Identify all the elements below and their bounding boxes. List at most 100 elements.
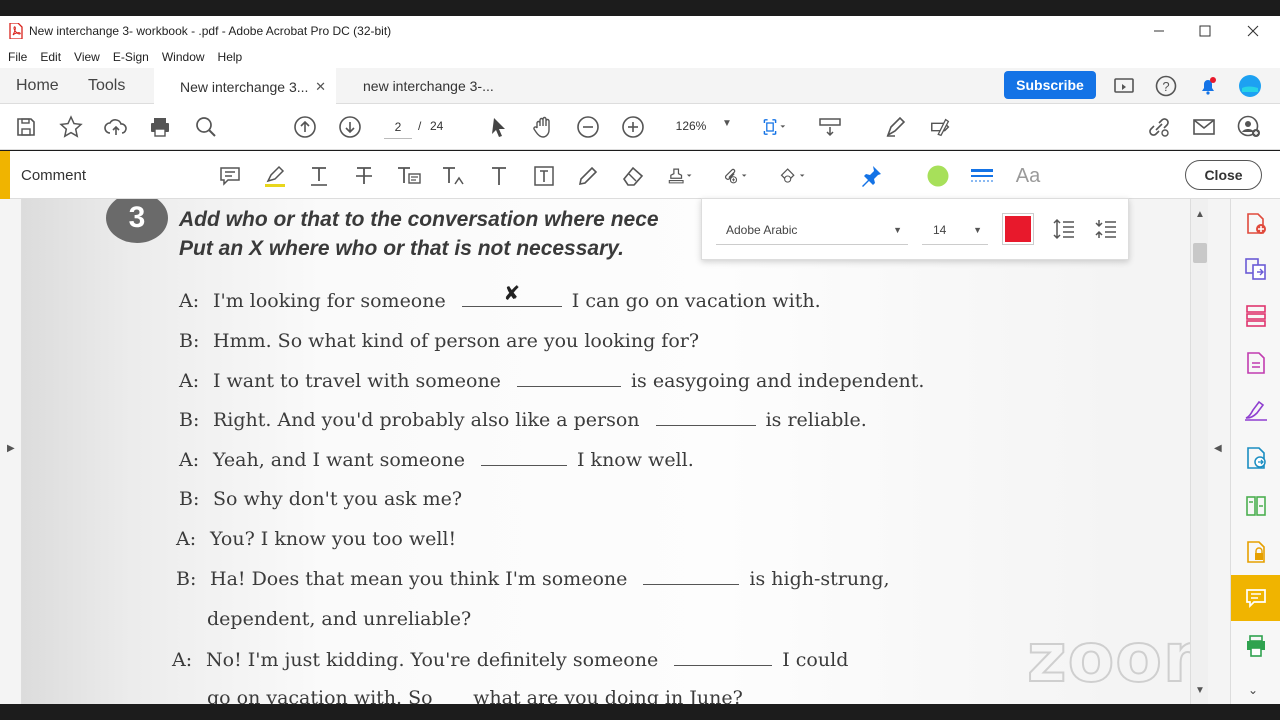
scroll-down-icon[interactable]: ▼ [1195, 685, 1205, 696]
dialogue-line: A: I'm looking for someone ✘ I can go on v… [179, 281, 821, 312]
collapse-right-panel-icon[interactable]: ◀ [1214, 443, 1222, 454]
comment-tool-active[interactable] [1231, 575, 1280, 621]
minimize-button[interactable] [1136, 16, 1182, 46]
answer-blank [481, 452, 568, 466]
expand-left-panel-icon[interactable]: ▶ [7, 443, 15, 454]
menu-view[interactable]: View [74, 50, 100, 64]
page-separator: / [418, 119, 422, 133]
menu-bar: File Edit View E-Sign Window Help [0, 46, 1280, 68]
text-properties-icon[interactable]: Aa [1012, 163, 1044, 189]
instruction-line-2: Put an X where who or that is not necess… [179, 237, 624, 260]
notification-bell-icon[interactable] [1196, 74, 1220, 98]
next-page-icon[interactable] [338, 115, 362, 139]
compress-pdf-icon[interactable] [1231, 483, 1280, 529]
zoom-in-icon[interactable] [621, 115, 645, 139]
dialogue-line: A: You? I know you too well! [176, 528, 457, 550]
share-link-icon[interactable] [1147, 115, 1171, 139]
paragraph-spacing-icon[interactable] [1094, 217, 1118, 246]
dialogue-line: B: Hmm. So what kind of person are you lo… [179, 330, 700, 352]
insert-text-icon[interactable] [441, 163, 467, 189]
fill-sign-icon[interactable] [929, 115, 953, 139]
help-icon[interactable]: ? [1154, 74, 1178, 98]
account-avatar[interactable] [1238, 74, 1262, 98]
doc-tab-active[interactable]: New interchange 3... ✕ [154, 68, 336, 104]
scroll-thumb[interactable] [1193, 243, 1207, 263]
stamp-icon[interactable] [667, 163, 693, 189]
combine-files-icon[interactable] [1231, 246, 1280, 292]
color-picker-dot-icon[interactable] [925, 163, 951, 189]
zoom-level[interactable]: 126% [668, 119, 714, 133]
create-pdf-icon[interactable] [1231, 201, 1280, 247]
add-text-icon[interactable] [486, 163, 512, 189]
dialogue-line: A: I want to travel with someone is easyg… [179, 370, 925, 392]
eraser-icon[interactable] [620, 163, 646, 189]
close-comment-button[interactable]: Close [1185, 160, 1262, 190]
dialogue-line: A: No! I'm just kidding. You're definitel… [172, 649, 849, 671]
bookmark-star-icon[interactable] [59, 115, 83, 139]
pin-icon[interactable] [858, 163, 884, 189]
menu-file[interactable]: File [8, 50, 27, 64]
search-icon[interactable] [194, 115, 218, 139]
text-box-icon[interactable] [531, 163, 557, 189]
subscribe-button[interactable]: Subscribe [1004, 71, 1096, 99]
zoom-out-icon[interactable] [576, 115, 600, 139]
shapes-icon[interactable] [780, 163, 806, 189]
scroll-mode-icon[interactable] [818, 115, 842, 139]
svg-text:?: ? [1162, 79, 1169, 94]
answer-blank [516, 373, 621, 387]
zoom-dropdown-icon[interactable]: ▼ [722, 118, 732, 129]
prev-page-icon[interactable] [293, 115, 317, 139]
pdf-page: 3 Add who or that to the conversation wh… [22, 199, 1190, 704]
export-pdf-icon[interactable] [1231, 340, 1280, 386]
line-style-icon[interactable] [969, 163, 995, 189]
strikethrough-icon[interactable] [351, 163, 377, 189]
email-icon[interactable] [1192, 115, 1216, 139]
line-spacing-icon[interactable] [1052, 217, 1076, 246]
doc-tab-label: New interchange 3... [180, 79, 309, 95]
organize-pages-icon[interactable] [1231, 293, 1280, 339]
send-for-review-icon[interactable] [1231, 435, 1280, 481]
select-cursor-icon[interactable] [487, 115, 511, 139]
highlight-icon[interactable] [262, 163, 288, 189]
dialogue-line: A: Yeah, and I want someone I know well. [179, 449, 694, 471]
menu-help[interactable]: Help [218, 50, 243, 64]
sticky-note-icon[interactable] [217, 163, 243, 189]
print-production-icon[interactable] [1231, 623, 1280, 669]
doc-tab[interactable]: new interchange 3-... [337, 68, 517, 104]
tab-home[interactable]: Home [16, 68, 59, 104]
upload-cloud-icon[interactable] [104, 115, 128, 139]
font-family-select[interactable]: Adobe Arabic ▼ [716, 215, 908, 245]
more-tools-chevron-icon[interactable]: ⌄ [1248, 683, 1258, 697]
menu-window[interactable]: Window [162, 50, 205, 64]
answer-blank [674, 652, 773, 666]
document-view: 3 Add who or that to the conversation wh… [22, 199, 1190, 704]
print-icon[interactable] [148, 115, 172, 139]
underline-text-icon[interactable] [306, 163, 332, 189]
menu-esign[interactable]: E-Sign [113, 50, 149, 64]
hand-tool-icon[interactable] [531, 115, 555, 139]
text-color-button[interactable] [1002, 213, 1034, 245]
page-fit-icon[interactable] [762, 115, 786, 139]
share-screen-icon[interactable] [1112, 74, 1136, 98]
pencil-draw-icon[interactable] [575, 163, 601, 189]
font-size-select[interactable]: 14 ▼ [922, 215, 988, 245]
protect-icon[interactable] [1231, 529, 1280, 575]
attach-file-icon[interactable] [722, 163, 748, 189]
page-number-input[interactable]: 2 [384, 115, 412, 139]
sign-pen-icon[interactable] [884, 115, 908, 139]
tab-tools[interactable]: Tools [88, 68, 125, 104]
dialogue-line: B: So why don't you ask me? [179, 488, 463, 510]
right-panel-collapse-strip: ◀ [1208, 199, 1230, 704]
window-close-button[interactable] [1230, 16, 1276, 46]
scroll-up-icon[interactable]: ▲ [1195, 209, 1205, 220]
add-person-icon[interactable] [1237, 115, 1261, 139]
chevron-down-icon: ▼ [973, 224, 982, 235]
maximize-button[interactable] [1182, 16, 1228, 46]
vertical-scrollbar[interactable]: ▲ ▼ [1190, 199, 1208, 704]
replace-text-icon[interactable] [396, 163, 422, 189]
fill-sign-tool-icon[interactable] [1231, 387, 1280, 433]
close-tab-icon[interactable]: ✕ [315, 79, 326, 95]
save-icon[interactable] [14, 115, 38, 139]
menu-edit[interactable]: Edit [40, 50, 61, 64]
screen-bottom-strip [0, 704, 1280, 720]
